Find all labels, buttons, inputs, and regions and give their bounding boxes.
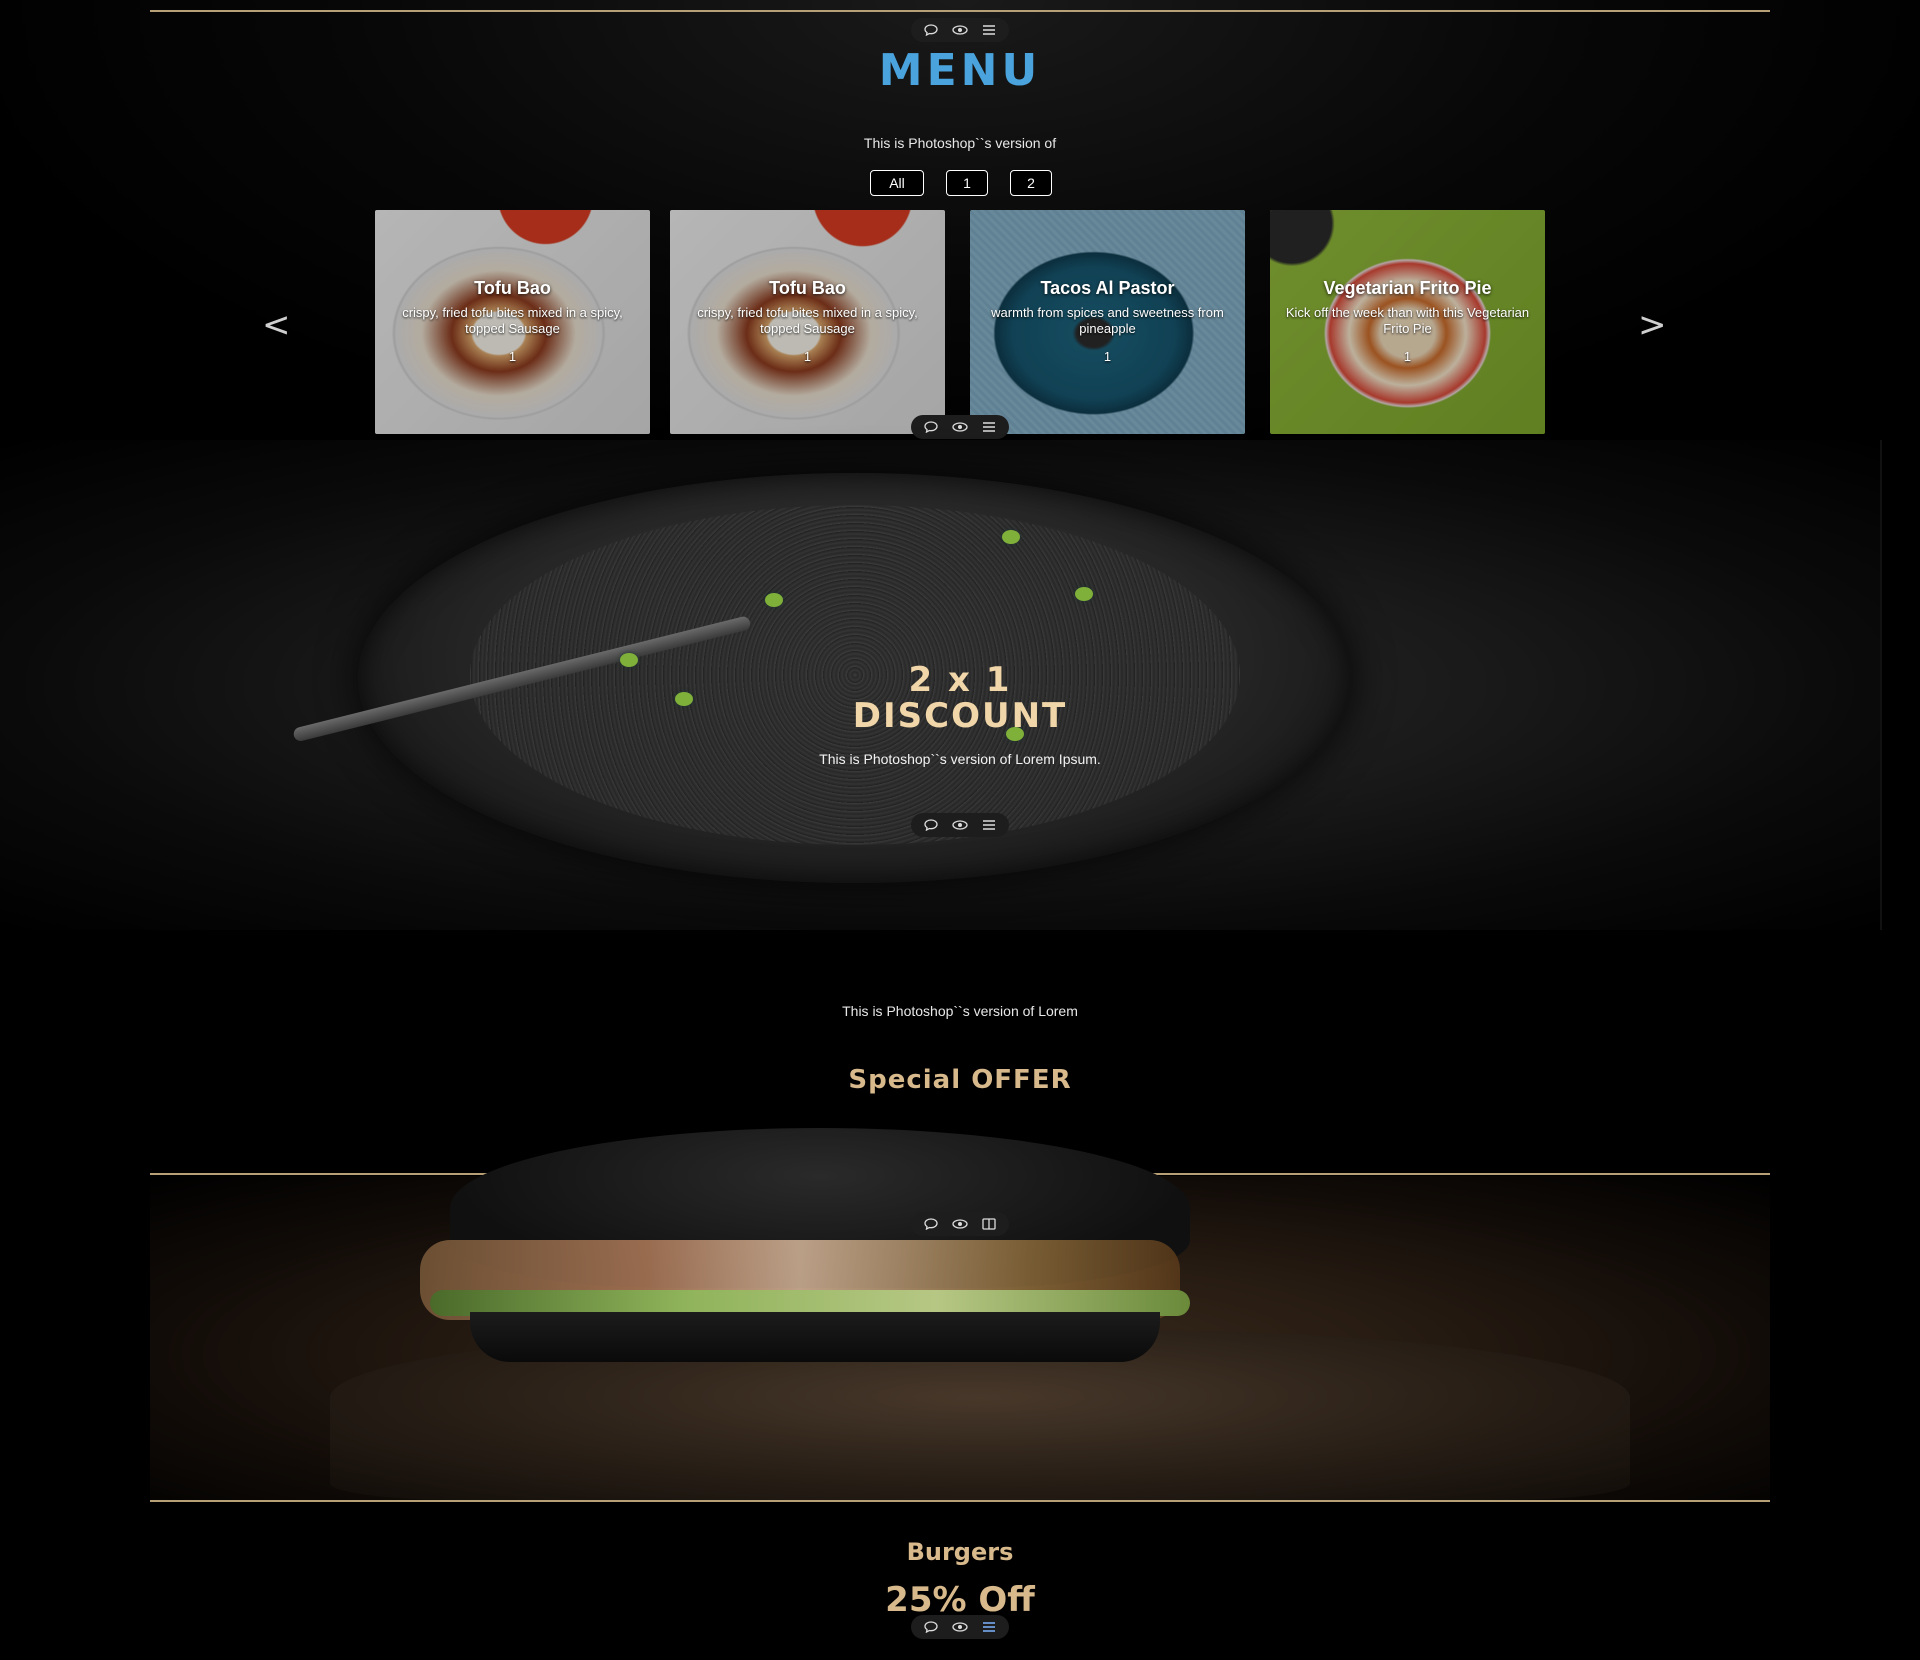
menu-lines-icon[interactable] <box>978 418 1000 436</box>
filter-1-button[interactable]: 1 <box>946 170 988 196</box>
comment-icon[interactable] <box>920 21 942 39</box>
discount-line-1: 2 x 1 <box>908 660 1012 700</box>
discount-line-2: DISCOUNT <box>852 696 1068 736</box>
card-title: Vegetarian Frito Pie <box>1323 278 1492 298</box>
book-icon[interactable] <box>978 1215 1000 1233</box>
discount-subtitle: This is Photoshop``s version of Lorem Ip… <box>819 751 1101 767</box>
card-title: Tofu Bao <box>769 278 846 298</box>
comment-icon[interactable] <box>920 418 942 436</box>
card-description: warmth from spices and sweetness from pi… <box>991 305 1224 336</box>
eye-icon[interactable] <box>949 21 971 39</box>
comment-icon[interactable] <box>920 816 942 834</box>
comment-icon[interactable] <box>920 1618 942 1636</box>
carousel-next-icon[interactable]: > <box>1638 305 1667 345</box>
menu-lines-icon[interactable] <box>978 21 1000 39</box>
menu-card[interactable]: Vegetarian Frito Pie Kick off the week t… <box>1270 210 1545 434</box>
menu-filters: All 1 2 <box>870 170 1052 196</box>
card-description: crispy, fried tofu bites mixed in a spic… <box>402 305 623 336</box>
section-toolbar <box>911 18 1009 42</box>
burger-bottom-bun-image <box>470 1312 1160 1362</box>
discount-heading: 2 x 1 DISCOUNT <box>0 662 1920 734</box>
menu-card[interactable]: Tacos Al Pastor warmth from spices and s… <box>970 210 1245 434</box>
filter-all-button[interactable]: All <box>870 170 924 196</box>
card-title: Tofu Bao <box>474 278 551 298</box>
card-title: Tacos Al Pastor <box>1040 278 1175 298</box>
menu-card[interactable]: Tofu Bao crispy, fried tofu bites mixed … <box>670 210 945 434</box>
menu-subtitle: This is Photoshop``s version of <box>863 135 1057 151</box>
card-description: Kick off the week than with this Vegetar… <box>1285 305 1530 336</box>
card-description: crispy, fried tofu bites mixed in a spic… <box>697 305 918 336</box>
section-toolbar <box>911 813 1009 837</box>
eye-icon[interactable] <box>949 418 971 436</box>
card-number: 1 <box>803 349 812 364</box>
comment-icon[interactable] <box>920 1215 942 1233</box>
burger-bottom-divider <box>150 1500 1770 1502</box>
pea-decoration <box>765 593 783 607</box>
pea-decoration <box>1075 587 1093 601</box>
section-toolbar <box>911 1615 1009 1639</box>
section-toolbar <box>911 415 1009 439</box>
burgers-discount: 25% Off <box>885 1580 1035 1620</box>
carousel-prev-icon[interactable]: < <box>262 305 291 345</box>
card-number: 1 <box>1103 349 1112 364</box>
special-subtitle: This is Photoshop``s version of Lorem <box>842 1003 1078 1019</box>
menu-card[interactable]: Tofu Bao crispy, fried tofu bites mixed … <box>375 210 650 434</box>
burgers-title: Burgers <box>906 1538 1014 1566</box>
section-toolbar <box>911 1212 1009 1236</box>
card-number: 1 <box>508 349 517 364</box>
eye-icon[interactable] <box>949 1215 971 1233</box>
menu-title: MENU <box>878 45 1042 96</box>
top-divider <box>150 10 1770 12</box>
filter-2-button[interactable]: 2 <box>1010 170 1052 196</box>
menu-lines-icon[interactable] <box>978 1618 1000 1636</box>
card-number: 1 <box>1403 349 1412 364</box>
eye-icon[interactable] <box>949 1618 971 1636</box>
pea-decoration <box>1002 530 1020 544</box>
special-offer-title: Special OFFER <box>848 1065 1072 1095</box>
menu-lines-icon[interactable] <box>978 816 1000 834</box>
eye-icon[interactable] <box>949 816 971 834</box>
